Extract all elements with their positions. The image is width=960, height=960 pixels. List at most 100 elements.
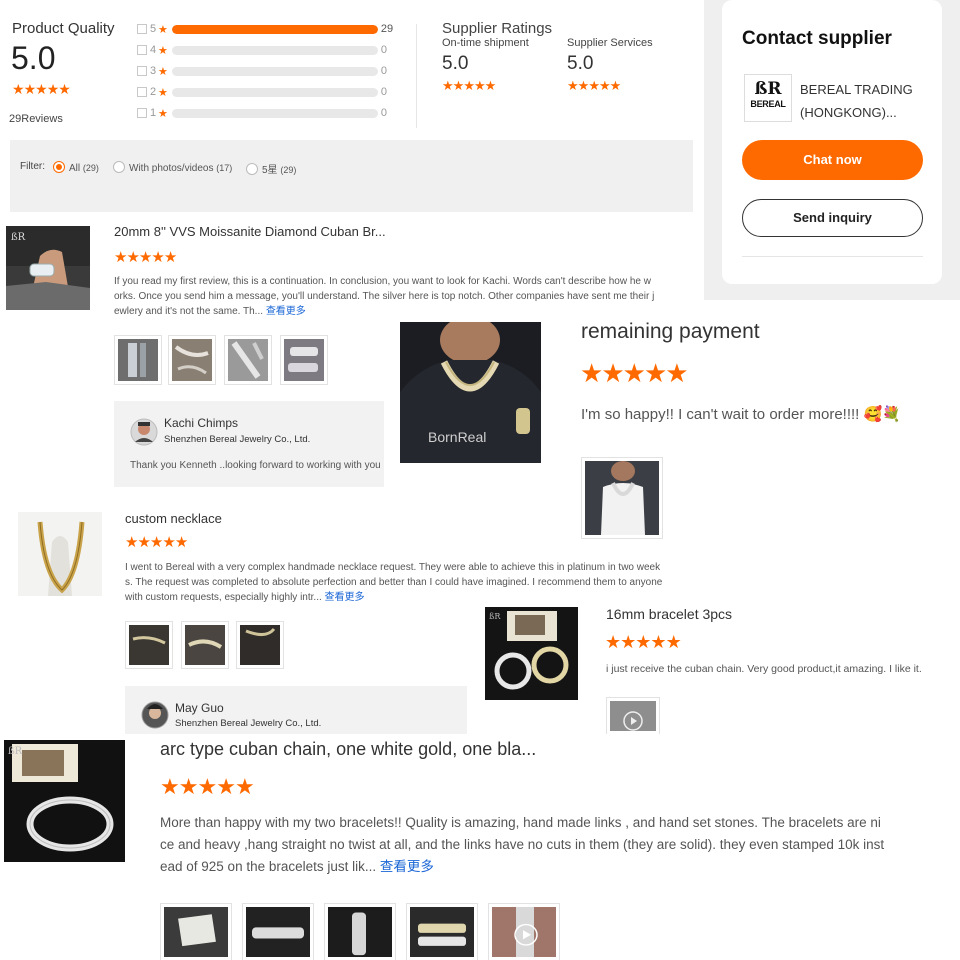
review-thumbnail[interactable]: [160, 903, 232, 960]
star-icon: ★: [160, 774, 180, 799]
star-icon: ★: [635, 632, 651, 652]
checkbox[interactable]: [137, 45, 147, 55]
filter-bar: Filter: All (29) With photos/videos (17)…: [10, 140, 693, 212]
star-icon: ★: [126, 249, 139, 266]
star-icon: ★: [178, 774, 199, 799]
rating-bar: [171, 24, 378, 34]
review-photo[interactable]: [18, 512, 102, 596]
reply-company: Shenzhen Bereal Jewelry Co., Ltd.: [164, 434, 311, 445]
review-thumbnail[interactable]: [125, 621, 173, 669]
filter-option-5star[interactable]: 5星 (29): [246, 161, 296, 176]
reviews-label: Reviews: [21, 113, 63, 125]
star-icon: ★: [650, 632, 666, 652]
rating-bar-row[interactable]: 1 ★ 0: [137, 107, 387, 120]
review-thumbnail[interactable]: [168, 335, 216, 385]
review-stars: ★★★★★: [125, 533, 188, 551]
review-photo[interactable]: ßR: [6, 226, 90, 310]
star-icon: ★: [442, 78, 454, 93]
review-thumbnail[interactable]: [181, 621, 229, 669]
review-thumbnail[interactable]: [114, 335, 162, 385]
review-title[interactable]: 16mm bracelet 3pcs: [606, 606, 732, 622]
rating-bar-row[interactable]: 3 ★ 0: [137, 65, 387, 78]
star-icon: ★: [125, 534, 138, 551]
bouquet-icon: 💐: [882, 406, 901, 423]
chat-now-button[interactable]: Chat now: [742, 140, 923, 180]
review-title[interactable]: arc type cuban chain, one white gold, on…: [160, 739, 536, 760]
ontime-label: On-time shipment: [442, 37, 529, 49]
review-text: I'm so happy!! I can't wait to order mor…: [581, 406, 901, 423]
star-icon: ★: [174, 534, 188, 551]
filter-option-all[interactable]: All (29): [53, 161, 99, 174]
review-thumbnail[interactable]: [242, 903, 314, 960]
star-icon: ★: [452, 78, 465, 93]
send-inquiry-button[interactable]: Send inquiry: [742, 199, 923, 237]
star-icon: ★: [158, 107, 168, 120]
checkbox[interactable]: [137, 108, 147, 118]
reply-text: Thank you Kenneth ..looking forward to w…: [130, 460, 381, 471]
star-icon: ★: [601, 358, 624, 388]
star-icon: ★: [622, 358, 646, 388]
rating-bar-row[interactable]: 2 ★ 0: [137, 86, 387, 99]
star-icon: ★: [138, 249, 152, 266]
reviews-count-line: 29Reviews: [9, 113, 63, 125]
review-thumbnail[interactable]: [280, 335, 328, 385]
radio-icon[interactable]: [246, 163, 258, 175]
star-icon: ★: [605, 632, 621, 652]
reply-company: Shenzhen Bereal Jewelry Co., Ltd.: [175, 718, 322, 729]
ontime-score: 5.0: [442, 53, 469, 74]
star-level: 2: [150, 86, 157, 98]
rating-bar: [171, 66, 378, 76]
review-thumbnail[interactable]: [406, 903, 478, 960]
review-photo[interactable]: ßR: [4, 740, 125, 862]
avatar: [130, 418, 158, 446]
radio-selected-icon[interactable]: [53, 161, 65, 173]
star-level: 4: [150, 44, 157, 56]
star-icon: ★: [665, 358, 688, 388]
review-video-thumbnail[interactable]: [606, 697, 660, 734]
review-text: i just receive the cuban chain. Very goo…: [606, 663, 922, 675]
rating-bar-row[interactable]: 4 ★ 0: [137, 44, 387, 57]
review-photo[interactable]: ßR: [485, 607, 578, 700]
read-more-link[interactable]: 查看更多: [380, 859, 434, 874]
rating-count: 29: [380, 23, 394, 35]
review-title[interactable]: custom necklace: [125, 511, 222, 526]
review-thumbnail[interactable]: [224, 335, 272, 385]
rating-bar-fill: [171, 24, 378, 34]
review-title[interactable]: remaining payment: [581, 320, 760, 344]
filter-option-photos[interactable]: With photos/videos (17): [113, 161, 232, 174]
review-title[interactable]: 20mm 8'' VVS Moissanite Diamond Cuban Br…: [114, 224, 386, 239]
reply-author: Kachi Chimps: [164, 416, 239, 430]
rating-count: 0: [380, 107, 387, 119]
star-icon: ★: [665, 632, 682, 652]
rating-count: 0: [380, 65, 387, 77]
reviews-count: 29: [9, 113, 22, 125]
star-level: 3: [150, 65, 157, 77]
product-quality-stars: ★★★★★: [12, 81, 71, 98]
review-photo[interactable]: BornReal: [400, 322, 541, 463]
checkbox[interactable]: [137, 24, 147, 34]
product-quality-score: 5.0: [11, 40, 56, 76]
review-thumbnail[interactable]: [236, 621, 284, 669]
star-icon: ★: [463, 78, 475, 93]
star-icon: ★: [149, 534, 163, 551]
read-more-link[interactable]: 查看更多: [266, 306, 306, 317]
product-quality-label: Product Quality: [12, 20, 115, 37]
star-icon: ★: [620, 632, 636, 652]
star-icon: ★: [588, 78, 600, 93]
supplier-name[interactable]: BEREAL TRADING (HONGKONG)...: [800, 78, 913, 124]
review-stars: ★★★★★: [580, 358, 689, 389]
read-more-link[interactable]: 查看更多: [325, 592, 365, 603]
services-score: 5.0: [567, 53, 594, 74]
svg-text:ßR: ßR: [489, 612, 501, 621]
filter-label: Filter:: [20, 161, 45, 172]
review-thumbnail[interactable]: [324, 903, 396, 960]
star-icon: ★: [114, 249, 127, 266]
checkbox[interactable]: [137, 66, 147, 76]
rating-bar-row[interactable]: 5 ★ 29: [137, 23, 394, 36]
rating-count: 0: [380, 86, 387, 98]
review-video-thumbnail[interactable]: [488, 903, 560, 960]
supplier-logo[interactable]: ßR BEREAL: [744, 74, 792, 122]
review-thumbnail[interactable]: [581, 457, 663, 539]
radio-icon[interactable]: [113, 161, 125, 173]
checkbox[interactable]: [137, 87, 147, 97]
